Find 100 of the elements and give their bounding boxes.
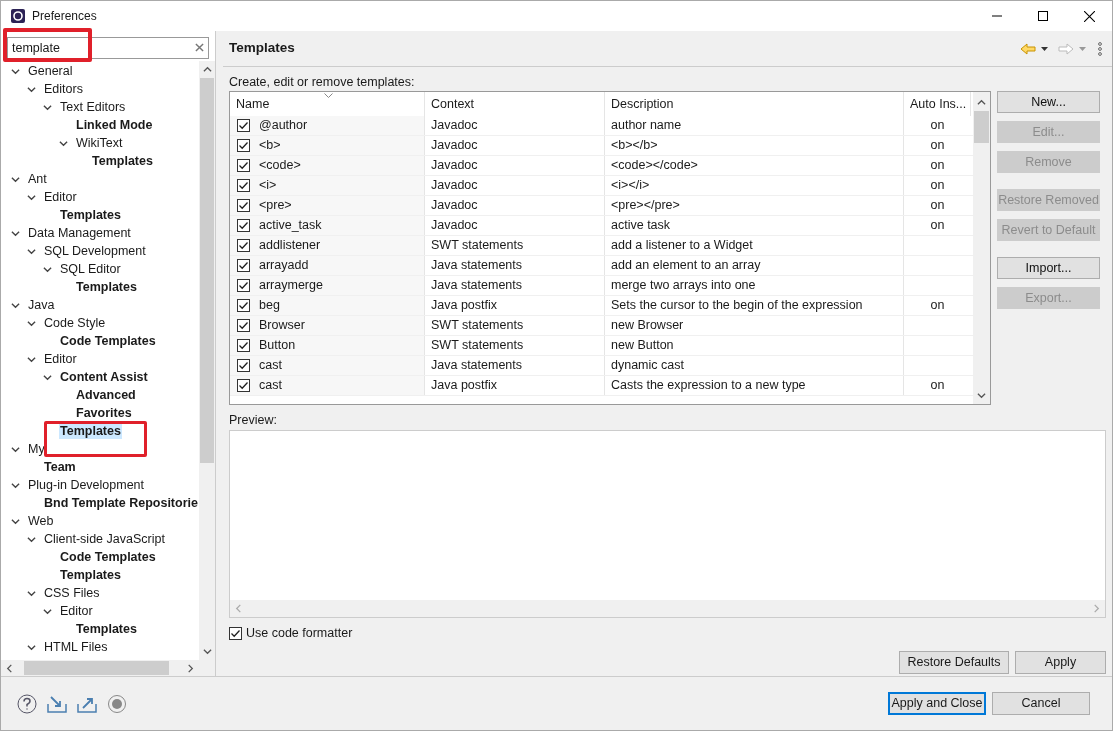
checkbox[interactable] [237, 179, 250, 192]
tree-item[interactable]: Bnd Template Repositorie [43, 495, 199, 511]
checkbox[interactable] [237, 379, 250, 392]
checkbox[interactable] [237, 219, 250, 232]
tree-item[interactable]: HTML Files [43, 639, 109, 655]
tree-item[interactable]: Team [43, 459, 77, 475]
page-description: Create, edit or remove templates: [229, 74, 416, 91]
tree-item[interactable]: Templates [59, 567, 122, 583]
tree-item[interactable]: Templates [75, 279, 138, 295]
tree-item[interactable]: Templates [75, 621, 138, 637]
scrollbar-thumb[interactable] [974, 111, 989, 143]
tree-item[interactable]: SQL Editor [59, 261, 122, 277]
page-button[interactable]: Restore Defaults [899, 650, 1009, 674]
help-icon[interactable] [17, 693, 37, 714]
tree-item[interactable]: Ant [27, 171, 48, 187]
collapse-chevron-icon[interactable] [27, 642, 36, 652]
collapse-chevron-icon[interactable] [27, 354, 36, 364]
footer-button[interactable]: Cancel [992, 692, 1090, 715]
side-button[interactable]: Import... [997, 257, 1100, 279]
collapse-chevron-icon[interactable] [27, 84, 36, 94]
tree-item[interactable]: WikiText [75, 135, 124, 151]
table-cell-text: new Button [611, 337, 674, 355]
scroll-down-icon[interactable] [977, 391, 986, 400]
collapse-chevron-icon[interactable] [43, 264, 52, 274]
collapse-chevron-icon[interactable] [27, 318, 36, 328]
dropdown-icon[interactable] [1041, 46, 1048, 51]
footer-button[interactable]: Apply and Close [888, 692, 986, 715]
vertical-scrollbar[interactable] [199, 61, 215, 660]
scrollbar-thumb[interactable] [24, 661, 169, 675]
checkbox[interactable] [237, 359, 250, 372]
tree-item[interactable]: CSS Files [43, 585, 101, 601]
vertical-scrollbar[interactable] [973, 92, 990, 404]
collapse-chevron-icon[interactable] [43, 372, 52, 382]
tree-item[interactable]: Data Management [27, 225, 132, 241]
checkbox[interactable] [237, 299, 250, 312]
tree-item[interactable]: Editor [43, 351, 78, 367]
collapse-chevron-icon[interactable] [11, 300, 20, 310]
collapse-chevron-icon[interactable] [11, 228, 20, 238]
collapse-chevron-icon[interactable] [11, 66, 20, 76]
tree-item[interactable]: Templates [59, 207, 122, 223]
clear-icon[interactable] [195, 43, 204, 52]
tree-item[interactable]: Editor [43, 189, 78, 205]
checkbox[interactable] [237, 339, 250, 352]
tree-item[interactable]: General [27, 63, 74, 79]
checkbox[interactable] [237, 279, 250, 292]
collapse-chevron-icon[interactable] [11, 480, 20, 490]
column-header[interactable]: Auto Ins... [904, 92, 971, 116]
table-cell-text: dynamic cast [611, 357, 684, 375]
tree-item[interactable]: Advanced [75, 387, 137, 403]
collapse-chevron-icon[interactable] [11, 444, 20, 454]
checkbox[interactable] [229, 626, 242, 640]
side-button[interactable]: New... [997, 91, 1100, 113]
page-button[interactable]: Apply [1015, 650, 1106, 674]
collapse-chevron-icon[interactable] [43, 102, 52, 112]
table-cell-text: arrayadd [259, 257, 309, 275]
tree-item[interactable]: Text Editors [59, 99, 127, 115]
table-cell-text: on [930, 297, 945, 315]
scroll-right-icon[interactable] [186, 663, 195, 673]
tree-item[interactable]: Code Templates [59, 549, 157, 565]
tree-item[interactable]: Favorites [75, 405, 133, 421]
checkbox[interactable] [237, 239, 250, 252]
collapse-chevron-icon[interactable] [43, 606, 52, 616]
checkbox[interactable] [237, 139, 250, 152]
scroll-down-icon[interactable] [202, 647, 212, 656]
tree-item[interactable]: Editors [43, 81, 84, 97]
filter-field[interactable]: template [7, 37, 209, 59]
collapse-chevron-icon[interactable] [59, 138, 68, 148]
column-header[interactable]: Description [605, 92, 904, 116]
checkbox[interactable] [237, 199, 250, 212]
tree-item[interactable]: Content Assist [59, 369, 149, 385]
tree-item[interactable]: Web [27, 513, 55, 529]
tree-item[interactable]: Code Style [43, 315, 107, 331]
tree-item[interactable]: Linked Mode [75, 117, 154, 133]
collapse-chevron-icon[interactable] [27, 534, 36, 544]
checkbox[interactable] [237, 259, 250, 272]
checkbox[interactable] [237, 119, 250, 132]
collapse-chevron-icon[interactable] [27, 588, 36, 598]
tree-item[interactable]: Code Templates [59, 333, 157, 349]
scrollbar-thumb[interactable] [200, 78, 214, 463]
collapse-chevron-icon[interactable] [11, 174, 20, 184]
collapse-chevron-icon[interactable] [27, 192, 36, 202]
record-icon[interactable] [107, 693, 127, 714]
tree-item[interactable]: Java [27, 297, 56, 313]
menu-icon[interactable] [1098, 41, 1102, 56]
scroll-up-icon[interactable] [202, 65, 212, 74]
collapse-chevron-icon[interactable] [11, 516, 20, 526]
tree-item[interactable]: SQL Development [43, 243, 147, 259]
tree-item[interactable]: Client-side JavaScript [43, 531, 166, 547]
scroll-left-icon[interactable] [5, 663, 14, 673]
checkbox[interactable] [237, 159, 250, 172]
import-icon[interactable] [46, 693, 68, 714]
checkbox[interactable] [237, 319, 250, 332]
scroll-up-icon[interactable] [977, 98, 986, 107]
tree-item[interactable]: Templates [91, 153, 154, 169]
column-header[interactable]: Context [425, 92, 605, 116]
horizontal-scrollbar[interactable] [1, 660, 215, 676]
collapse-chevron-icon[interactable] [27, 246, 36, 256]
tree-item[interactable]: Editor [59, 603, 94, 619]
tree-item[interactable]: Plug-in Development [27, 477, 146, 493]
tree-item[interactable]: My [27, 441, 46, 457]
